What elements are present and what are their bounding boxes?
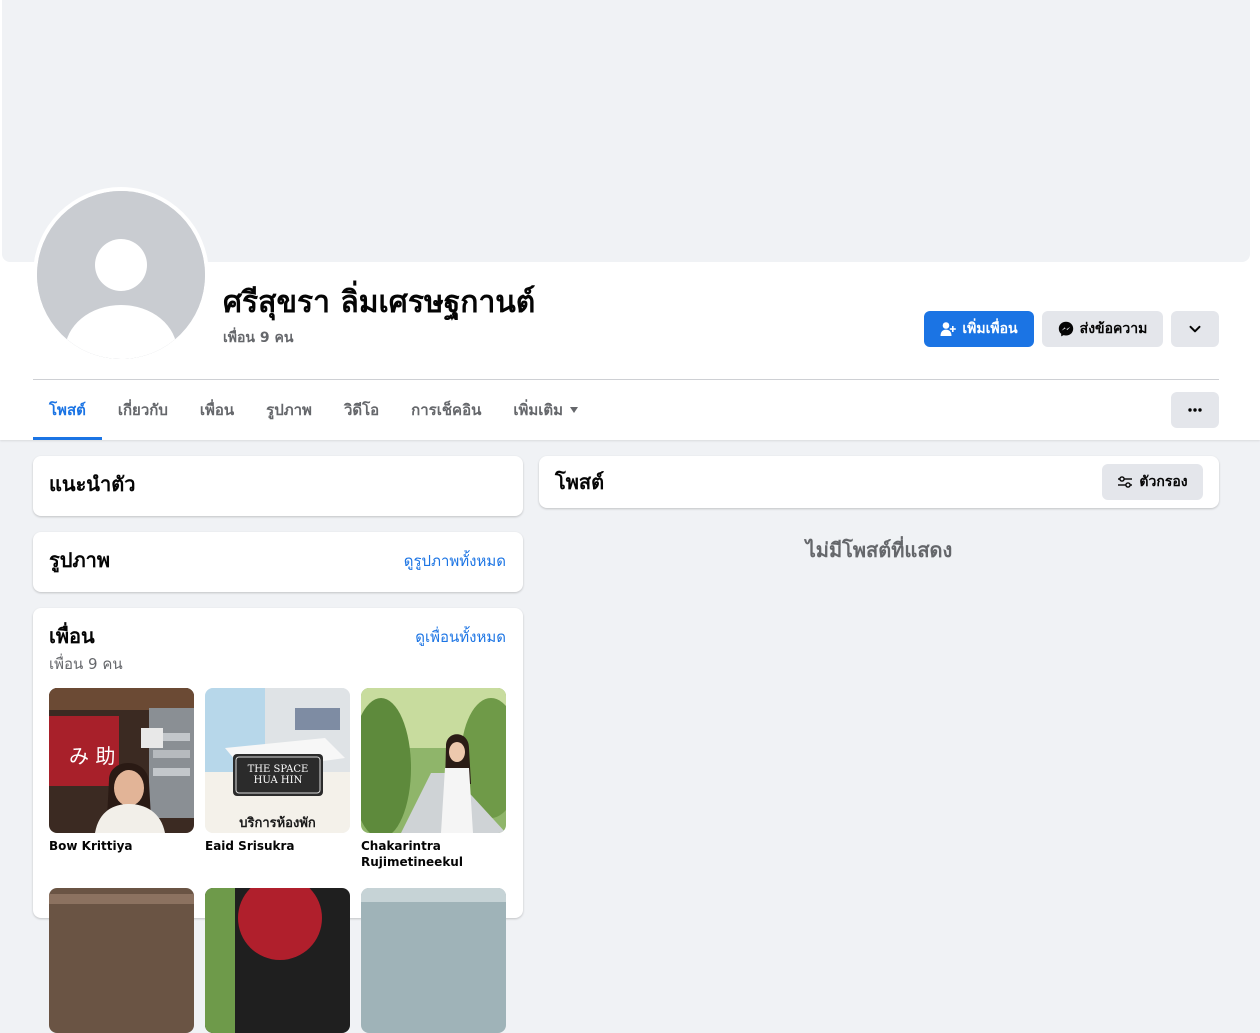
profile-friend-count[interactable]: เพื่อน 9 คน — [223, 327, 293, 349]
friend-photo[interactable] — [361, 688, 506, 833]
tab-posts[interactable]: โพสต์ — [33, 380, 102, 440]
svg-text:み 助: み 助 — [69, 744, 115, 768]
profile-header: ศรีสุขรา ลิ่มเศรษฐกานต์ เพื่อน 9 คน เพิ่… — [0, 0, 1260, 440]
friend-photo[interactable] — [361, 888, 506, 1033]
messenger-icon — [1058, 321, 1074, 337]
profile-options-button[interactable] — [1171, 311, 1219, 347]
photo-caption: บริการห้องพัก — [239, 816, 316, 831]
friends-count: เพื่อน 9 คน — [49, 655, 123, 673]
see-all-friends-link[interactable]: ดูเพื่อนทั้งหมด — [415, 625, 506, 649]
message-label: ส่งข้อความ — [1079, 321, 1148, 337]
friends-card: เพื่อน ดูเพื่อนทั้งหมด เพื่อน 9 คน み 助 B… — [33, 608, 523, 1033]
friend-name[interactable]: Bow Krittiya — [49, 838, 194, 854]
no-posts-message: ไม่มีโพสต์ที่แสดง — [805, 538, 953, 562]
chevron-down-icon — [1188, 322, 1202, 336]
friends-title[interactable]: เพื่อน — [49, 624, 95, 648]
profile-tabs: โพสต์ เกี่ยวกับ เพื่อน รูปภาพ วิดีโอ การ… — [33, 380, 594, 440]
intro-card: แนะนำตัว — [33, 456, 523, 516]
profile-picture[interactable] — [33, 187, 209, 363]
posts-title: โพสต์ — [555, 470, 605, 494]
filter-button[interactable]: ตัวกรอง — [1102, 464, 1203, 500]
friend-photo[interactable]: み 助 — [49, 688, 194, 833]
caret-down-icon — [570, 407, 579, 413]
photos-card: รูปภาพ ดูรูปภาพทั้งหมด — [33, 532, 523, 592]
tab-friends[interactable]: เพื่อน — [184, 380, 250, 440]
filter-sliders-icon — [1117, 475, 1133, 489]
see-all-photos-link[interactable]: ดูรูปภาพทั้งหมด — [404, 549, 506, 573]
tab-about[interactable]: เกี่ยวกับ — [102, 380, 184, 440]
more-dots-icon — [1187, 402, 1203, 418]
add-friend-button[interactable]: เพิ่มเพื่อน — [924, 311, 1034, 347]
friend-photo[interactable] — [205, 888, 350, 1033]
friend-name[interactable]: Eaid Srisukra — [205, 838, 350, 854]
tab-checkins[interactable]: การเช็คอิน — [395, 380, 497, 440]
filter-label: ตัวกรอง — [1139, 474, 1188, 490]
intro-title: แนะนำตัว — [49, 472, 136, 496]
photo-sign-text: THE SPACE HUA HIN — [247, 764, 309, 786]
photos-title[interactable]: รูปภาพ — [49, 548, 110, 572]
message-button[interactable]: ส่งข้อความ — [1042, 311, 1163, 347]
add-friend-label: เพิ่มเพื่อน — [962, 321, 1018, 337]
friend-name[interactable]: Chakarintra Rujimetineekul — [361, 838, 506, 870]
friend-tile[interactable]: み 助 Bow Krittiya — [49, 688, 194, 854]
friend-photo[interactable]: THE SPACE HUA HIN บริการห้องพัก — [205, 688, 350, 833]
friend-tile[interactable]: THE SPACE HUA HIN บริการห้องพัก Eaid Sri… — [205, 688, 350, 854]
posts-card: โพสต์ ตัวกรอง — [539, 456, 1219, 508]
tab-more[interactable]: เพิ่มเติม — [497, 380, 594, 440]
add-friend-icon — [940, 321, 957, 337]
tab-videos[interactable]: วิดีโอ — [328, 380, 395, 440]
tab-photos[interactable]: รูปภาพ — [250, 380, 328, 440]
profile-name: ศรีสุขรา ลิ่มเศรษฐกานต์ — [223, 285, 536, 320]
friend-photo[interactable] — [49, 888, 194, 1033]
friend-tile[interactable]: Chakarintra Rujimetineekul — [361, 688, 506, 870]
more-options-button[interactable] — [1171, 392, 1219, 428]
default-avatar-icon — [37, 191, 205, 359]
